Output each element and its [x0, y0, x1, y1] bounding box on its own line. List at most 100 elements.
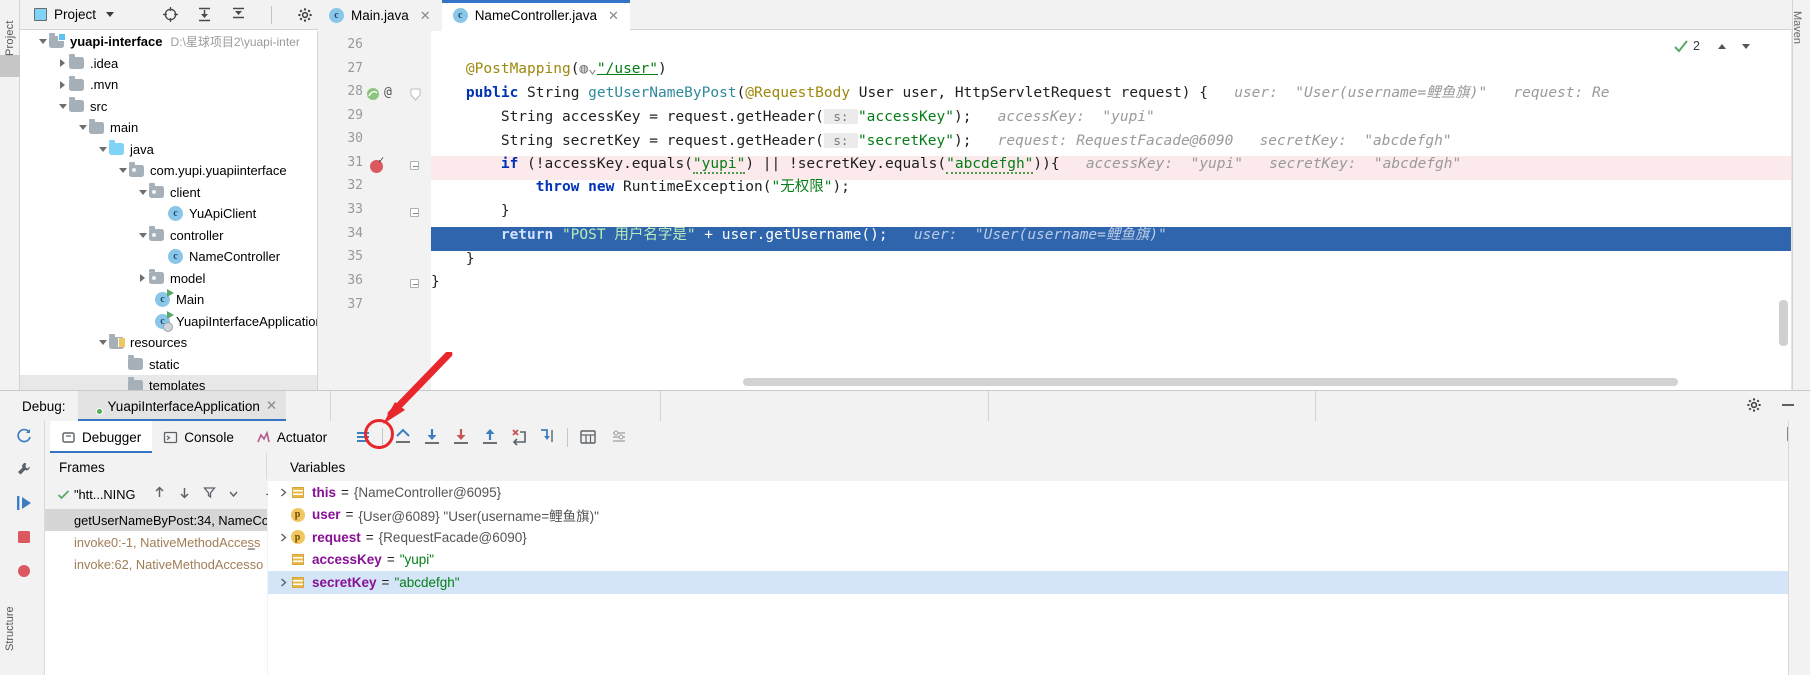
- variable-row-this[interactable]: this = {NameController@6095}: [268, 481, 1810, 504]
- chevron-down-icon[interactable]: [228, 487, 239, 502]
- tree-item-controller[interactable]: controller: [20, 225, 317, 247]
- locate-icon[interactable]: [162, 6, 179, 23]
- project-tree[interactable]: yuapi-interface D:\星球项目2\yuapi-inter .id…: [20, 31, 318, 390]
- settings-gear-icon[interactable]: [296, 6, 313, 23]
- tree-item-yuapiclient[interactable]: c YuApiClient: [20, 203, 317, 225]
- variable-row-secretkey[interactable]: secretKey = "abcdefgh": [268, 571, 1810, 594]
- folder-icon: [69, 75, 84, 91]
- step-out-icon[interactable]: [479, 427, 500, 448]
- structure-label[interactable]: Structure: [4, 571, 16, 651]
- tree-item-main[interactable]: main: [20, 117, 317, 139]
- chevron-right-icon[interactable]: [276, 533, 290, 542]
- editor-tab-main[interactable]: c Main.java ✕: [318, 0, 442, 31]
- expand-all-icon[interactable]: [196, 6, 213, 23]
- chevron-right-icon[interactable]: [276, 488, 290, 497]
- fold-marker-method-end[interactable]: [410, 279, 421, 290]
- up-arrow-icon[interactable]: [153, 486, 166, 502]
- debug-settings-gear-icon[interactable]: [1746, 397, 1762, 416]
- code-text[interactable]: @PostMapping(◍⌄"/user") public String ge…: [431, 31, 1810, 390]
- tree-item-main-class[interactable]: c Main: [20, 289, 317, 311]
- variables-list[interactable]: this = {NameController@6095} p user = {U…: [268, 481, 1810, 675]
- spring-bean-gutter-icon[interactable]: [366, 87, 379, 100]
- editor-horizontal-scrollbar[interactable]: [743, 378, 1678, 386]
- frame-item[interactable]: invoke0:-1, NativeMethodAccess: [45, 531, 267, 553]
- tree-item-idea[interactable]: .idea: [20, 53, 317, 75]
- tree-item-static[interactable]: static: [20, 354, 317, 376]
- fold-marker-if[interactable]: [410, 161, 421, 172]
- breakpoint-icon[interactable]: [370, 156, 385, 173]
- spring-boot-class-icon: c: [155, 310, 174, 332]
- chevron-down-icon[interactable]: [56, 100, 69, 113]
- tree-item-client[interactable]: client: [20, 182, 317, 204]
- down-arrow-icon[interactable]: [178, 486, 191, 502]
- frame-item-current[interactable]: getUserNameByPost:34, NameCo: [45, 509, 267, 531]
- tab-console[interactable]: Console: [152, 421, 245, 453]
- hide-debug-window-icon[interactable]: [1780, 397, 1796, 416]
- chevron-right-icon[interactable]: [56, 57, 69, 70]
- tree-item-package-root[interactable]: com.yupi.yuapiinterface: [20, 160, 317, 182]
- tab-actuator[interactable]: Actuator: [245, 421, 338, 453]
- settings-wrench-icon[interactable]: [14, 459, 34, 479]
- line-number: 31: [347, 155, 363, 170]
- right-strip-label[interactable]: Maven: [1791, 11, 1803, 81]
- tree-item-yuapiinterfaceapplication[interactable]: c YuapiInterfaceApplication: [20, 310, 317, 333]
- step-over-icon[interactable]: [421, 427, 442, 448]
- frames-list[interactable]: getUserNameByPost:34, NameCo invoke0:-1,…: [45, 509, 267, 675]
- debug-session-tab[interactable]: YuapiInterfaceApplication ✕: [77, 391, 287, 421]
- settings-filter-icon[interactable]: [608, 427, 629, 448]
- variable-row-request[interactable]: p request = {RequestFacade@6090}: [268, 526, 1810, 549]
- chevron-down-icon[interactable]: [96, 336, 109, 349]
- tree-item-templates[interactable]: templates: [20, 375, 317, 390]
- fold-marker-method[interactable]: [410, 88, 421, 101]
- step-into-icon[interactable]: [450, 427, 471, 448]
- java-class-icon: c: [452, 8, 468, 23]
- project-view-selector[interactable]: Project: [20, 0, 124, 30]
- code-editor[interactable]: 26 27 28 29 30 31 32 33 34 35 36 37 @ ✓ …: [318, 31, 1810, 390]
- left-strip-label[interactable]: Project: [4, 0, 16, 56]
- chevron-down-icon[interactable]: [136, 229, 149, 242]
- frame-item[interactable]: invoke:62, NativeMethodAccesso: [45, 553, 267, 575]
- console-icon: [164, 431, 178, 443]
- fold-marker-if-end[interactable]: [410, 208, 421, 219]
- remove-watch-icon[interactable]: −: [247, 541, 256, 558]
- thread-selector[interactable]: "htt...NING: [57, 487, 135, 502]
- run-to-cursor-icon[interactable]: [537, 427, 558, 448]
- stop-program-icon[interactable]: [14, 527, 34, 547]
- right-tool-window-bar: Maven: [1791, 0, 1810, 390]
- tree-item-src[interactable]: src: [20, 96, 317, 118]
- editor-vertical-scrollbar[interactable]: [1779, 300, 1788, 346]
- chevron-down-icon[interactable]: [136, 186, 149, 199]
- tree-item-resources[interactable]: resources: [20, 332, 317, 354]
- annotation-gutter-icon[interactable]: @: [384, 85, 392, 100]
- tree-item-namecontroller[interactable]: c NameController: [20, 246, 317, 268]
- tree-item-yuapi-interface[interactable]: yuapi-interface D:\星球项目2\yuapi-inter: [20, 31, 317, 53]
- filter-icon[interactable]: [203, 486, 217, 502]
- tree-item-mvn[interactable]: .mvn: [20, 74, 317, 96]
- close-icon[interactable]: ✕: [608, 8, 619, 24]
- close-icon[interactable]: ✕: [420, 8, 431, 24]
- tab-debugger[interactable]: Debugger: [50, 421, 153, 453]
- editor-gutter[interactable]: 26 27 28 29 30 31 32 33 34 35 36 37 @: [318, 31, 431, 390]
- next-problem-icon[interactable]: [1742, 43, 1750, 49]
- close-icon[interactable]: ✕: [266, 398, 277, 414]
- chevron-down-icon[interactable]: [36, 35, 49, 48]
- chevron-down-icon[interactable]: [76, 121, 89, 134]
- show-execution-point-icon[interactable]: [392, 427, 413, 448]
- chevron-down-icon[interactable]: [96, 143, 109, 156]
- project-button-label: Project: [54, 7, 97, 22]
- chevron-right-icon[interactable]: [276, 578, 290, 587]
- chevron-right-icon[interactable]: [136, 272, 149, 285]
- evaluate-expression-icon[interactable]: [577, 427, 598, 448]
- drop-frame-icon[interactable]: [508, 427, 529, 448]
- variable-row-accesskey[interactable]: accessKey = "yupi": [268, 549, 1810, 572]
- editor-tab-namecontroller[interactable]: c NameController.java ✕: [441, 0, 631, 31]
- inspection-widget[interactable]: 2: [1673, 38, 1750, 54]
- tree-item-java[interactable]: java: [20, 139, 317, 161]
- variable-row-user[interactable]: p user = {User@6089} "User(username=鲤鱼旗)…: [268, 504, 1810, 527]
- collapse-all-icon[interactable]: [230, 6, 247, 23]
- tree-item-model[interactable]: model: [20, 268, 317, 290]
- previous-problem-icon[interactable]: [1718, 43, 1726, 49]
- resume-program-icon[interactable]: [14, 493, 34, 513]
- chevron-right-icon[interactable]: [56, 78, 69, 91]
- chevron-down-icon[interactable]: [116, 164, 129, 177]
